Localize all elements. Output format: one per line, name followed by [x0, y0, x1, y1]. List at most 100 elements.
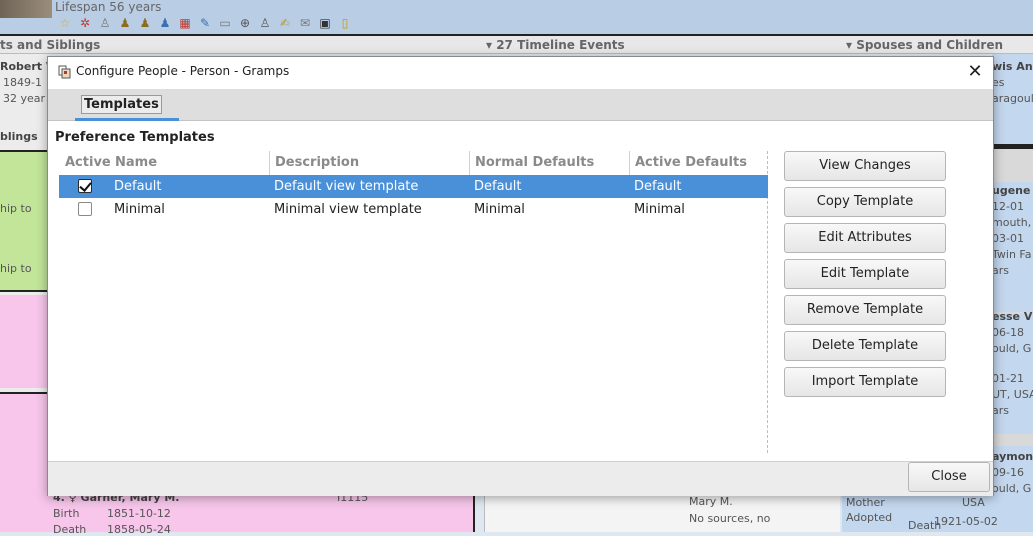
sibling-card-2 [0, 295, 47, 388]
media-icon[interactable]: ▣ [316, 14, 334, 31]
person-toolbar: ☆ ✲ ♙ ♟ ♟ ♟ ▦ ✎ ▭ ⊕ ♙ ✍ ✉ ▣ ▯ [56, 14, 354, 31]
list-header: Active Name Description Normal Defaults … [59, 151, 768, 175]
remove-template-button[interactable]: Remove Template [784, 295, 946, 325]
row-name: Minimal [114, 202, 165, 217]
mail-icon[interactable]: ✉ [296, 14, 314, 31]
user-icon[interactable]: ♟ [156, 14, 174, 31]
table-row[interactable]: Default Default view template Default De… [59, 175, 768, 198]
section-timeline[interactable]: ▾ 27 Timeline Events [486, 38, 625, 52]
bg-r-esse: esse V [992, 310, 1033, 323]
column-header-active[interactable]: Active [59, 151, 111, 175]
bg-r-ut: UT, USA [992, 388, 1033, 401]
person-photo [0, 0, 52, 18]
bg-birth-label: Birth [53, 507, 80, 520]
bg-mother: Mother [846, 496, 885, 509]
row-description: Default view template [274, 179, 419, 194]
gear-icon[interactable]: ✲ [76, 14, 94, 31]
bg-r-ars1: ars [992, 264, 1009, 277]
bg-siblings: blings [0, 130, 38, 143]
delete-template-button[interactable]: Delete Template [784, 331, 946, 361]
calendar-icon[interactable]: ▦ [176, 14, 194, 31]
templates-list: Active Name Description Normal Defaults … [59, 151, 768, 453]
bg-age: 32 year [3, 92, 46, 105]
active-tab-indicator [75, 118, 179, 121]
column-header-description[interactable]: Description [269, 151, 469, 175]
tab-templates-label: Templates [81, 95, 162, 114]
copy-template-button[interactable]: Copy Template [784, 187, 946, 217]
family-icon[interactable]: ♟ [116, 14, 134, 31]
bg-r-name: wis An [992, 60, 1033, 73]
bg-r-d4: 01-21 [992, 372, 1024, 385]
person-search-icon[interactable]: ♙ [256, 14, 274, 31]
tag-icon[interactable]: ▯ [336, 14, 354, 31]
search-icon[interactable]: ⊕ [236, 14, 254, 31]
active-checkbox[interactable] [78, 179, 92, 193]
bg-r-aymo: aymon [992, 450, 1033, 463]
dialog-footer [48, 462, 993, 496]
active-checkbox[interactable] [78, 202, 92, 216]
view-changes-button[interactable]: View Changes [784, 151, 946, 181]
section-bar: ts and Siblings ▾ 27 Timeline Events ▾ S… [0, 34, 1033, 54]
dialog-title: Configure People - Person - Gramps [76, 64, 290, 78]
bg-r-mouth: mouth, [992, 216, 1032, 229]
sibling-card: hip to hip to [0, 150, 47, 292]
section-spouses-children[interactable]: ▾ Spouses and Children [846, 38, 1003, 52]
configure-dialog: Configure People - Person - Gramps ✕ Tem… [47, 56, 994, 496]
edit-icon[interactable]: ✍ [276, 14, 294, 31]
people-icon[interactable]: ♟ [136, 14, 154, 31]
row-description: Minimal view template [274, 202, 422, 217]
card-icon[interactable]: ▭ [216, 14, 234, 31]
bg-death-label: Death [53, 523, 87, 536]
close-icon[interactable]: ✕ [963, 60, 987, 84]
bg-r-d2: 03-01 [992, 232, 1024, 245]
row-active-defaults: Minimal [634, 202, 685, 217]
footer-divider [48, 461, 993, 462]
tab-templates[interactable]: Templates [78, 95, 165, 119]
column-header-normal-defaults[interactable]: Normal Defaults [469, 151, 629, 175]
row-normal-defaults: Minimal [474, 202, 525, 217]
bg-birth: 1851-10-12 [107, 507, 171, 520]
bg-r-d3: 06-18 [992, 326, 1024, 339]
row-name: Default [114, 179, 162, 194]
import-template-button[interactable]: Import Template [784, 367, 946, 397]
edit-template-button[interactable]: Edit Template [784, 259, 946, 289]
bg-r-place: aragoul [992, 92, 1033, 105]
section-timeline-label: 27 Timeline Events [496, 38, 625, 52]
column-header-name[interactable]: Name [111, 151, 269, 175]
section-parents-siblings: ts and Siblings [0, 38, 101, 52]
bg-r-ars2: ars [992, 404, 1009, 417]
bg-r-d5: 09-16 [992, 466, 1024, 479]
bg-date: 1849-1 [3, 76, 42, 89]
sibling-card-3 [0, 392, 47, 532]
row-active-defaults: Default [634, 179, 682, 194]
section-title: Preference Templates [55, 130, 215, 145]
star-icon[interactable]: ☆ [56, 14, 74, 31]
row-normal-defaults: Default [474, 179, 522, 194]
gramps-app-icon [58, 65, 71, 79]
dialog-titlebar[interactable]: Configure People - Person - Gramps ✕ [48, 57, 993, 87]
bg-r-eugene: ugene [992, 184, 1031, 197]
note-icon[interactable]: ✎ [196, 14, 214, 31]
bg-mid-name: Mary M. [689, 495, 733, 508]
section-spouses-label: Spouses and Children [856, 38, 1003, 52]
close-button[interactable]: Close [908, 462, 990, 492]
bg-usa: USA [962, 496, 985, 509]
edit-attributes-button[interactable]: Edit Attributes [784, 223, 946, 253]
bg-death2: 1921-05-02 [934, 515, 998, 528]
bg-adopted: Adopted [846, 511, 893, 524]
bg-r-ould2: ould, G [992, 482, 1032, 495]
bg-hip1: hip to [0, 202, 32, 215]
bg-hip2: hip to [0, 262, 32, 275]
tab-strip: Templates [48, 89, 993, 121]
right-column: wis An es aragoul ugene 12-01 mouth, 03-… [992, 54, 1033, 532]
bg-r-d1: 12-01 [992, 200, 1024, 213]
lifespan-text: Lifespan 56 years [55, 0, 162, 14]
column-header-active-defaults[interactable]: Active Defaults [629, 151, 768, 175]
person-icon[interactable]: ♙ [96, 14, 114, 31]
bg-r-twin: Twin Fa [992, 248, 1032, 261]
bg-death: 1858-05-24 [107, 523, 171, 536]
main-window-header: Lifespan 56 years ☆ ✲ ♙ ♟ ♟ ♟ ▦ ✎ ▭ ⊕ ♙ … [0, 0, 1033, 34]
table-row[interactable]: Minimal Minimal view template Minimal Mi… [59, 198, 768, 221]
bg-r-ould1: ould, G [992, 342, 1032, 355]
bg-mid-note: No sources, no [689, 512, 771, 525]
